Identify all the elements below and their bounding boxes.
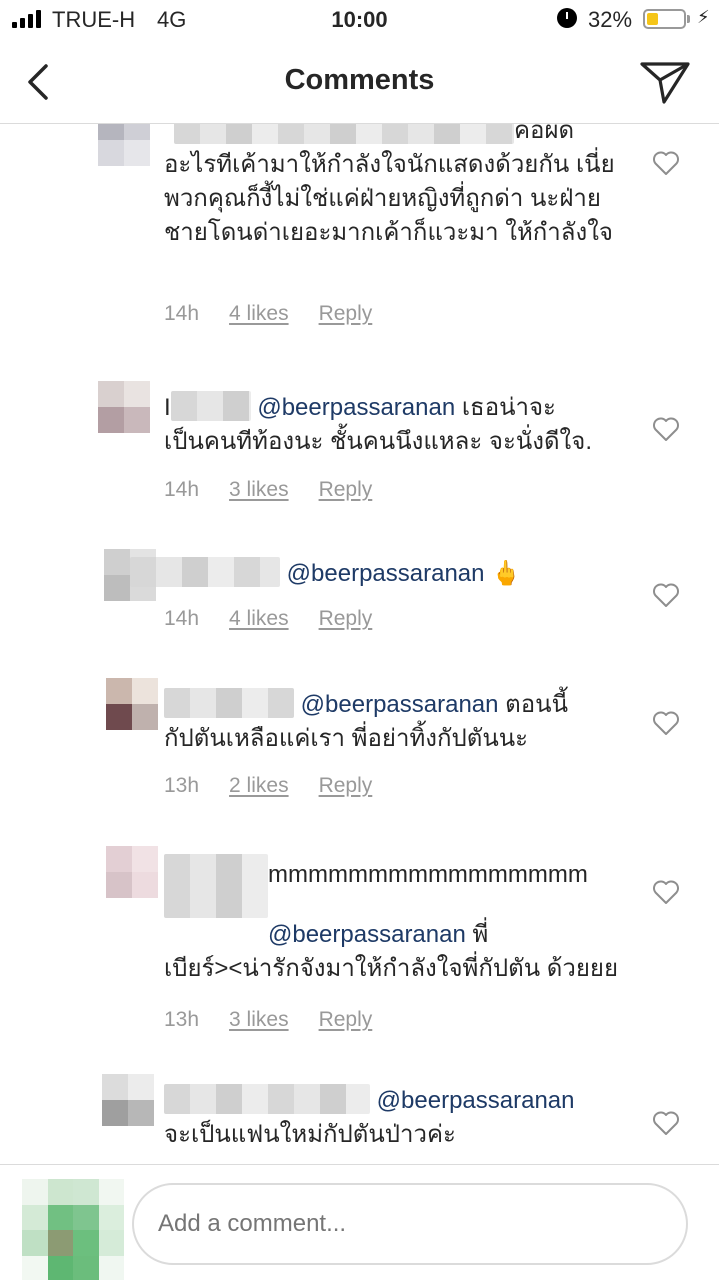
blurred-username[interactable] bbox=[164, 688, 294, 718]
blurred-username[interactable] bbox=[164, 854, 268, 918]
comment-item: I @beerpassaranan เธอน่าจะ เป็นคนทีท้องน… bbox=[0, 381, 719, 521]
comment-time: 13h bbox=[164, 1008, 200, 1031]
reply-button[interactable]: Reply bbox=[319, 774, 373, 798]
likes-count[interactable]: 4 likes bbox=[229, 607, 289, 631]
avatar[interactable] bbox=[106, 678, 158, 730]
emoji: 🖕 bbox=[491, 560, 522, 587]
alarm-icon bbox=[557, 8, 577, 28]
comment-time: 14h bbox=[164, 478, 200, 501]
comment-text: @beerpassaranan 🖕 bbox=[130, 557, 650, 591]
heart-icon[interactable] bbox=[652, 879, 680, 905]
blurred-username[interactable] bbox=[164, 1084, 370, 1114]
comment-text: @beerpassaranan ตอนนี้ กัปตันเหลือแค่เรา… bbox=[164, 688, 644, 756]
mention-link[interactable]: @beerpassaranan bbox=[257, 394, 455, 421]
comment-text: I @beerpassaranan เธอน่าจะ เป็นคนทีท้องน… bbox=[164, 391, 634, 459]
comment-time: 13h bbox=[164, 774, 200, 797]
comment-item: @beerpassaranan 🖕 14h 4 likes Reply bbox=[0, 549, 719, 659]
comment-time: 14h bbox=[164, 607, 200, 630]
reply-button[interactable]: Reply bbox=[319, 478, 373, 502]
reply-button[interactable]: Reply bbox=[319, 302, 373, 326]
heart-icon[interactable] bbox=[652, 582, 680, 608]
charging-bolt-icon: ⚡ bbox=[697, 7, 710, 27]
heart-icon[interactable] bbox=[652, 150, 680, 176]
comment-meta: 13h 2 likes Reply bbox=[164, 774, 372, 798]
mention-link[interactable]: @beerpassaranan bbox=[268, 921, 466, 948]
comment-text: mmmmmmmmmmmmmmmm @beerpassaranan พี่ เบี… bbox=[164, 854, 624, 986]
comment-meta: 14h 4 likes Reply bbox=[164, 302, 372, 326]
comment-text: คือผิด อะไรทีเค้ามาให้กำลังใจนักแสดงด้วย… bbox=[164, 124, 634, 250]
nav-bar: Comments bbox=[0, 40, 719, 124]
comment-meta: 14h 4 likes Reply bbox=[164, 607, 372, 631]
comment-input[interactable] bbox=[132, 1183, 688, 1265]
comment-text: @beerpassaranan จะเป็นแฟนใหม่กัปตันป่าวค… bbox=[164, 1084, 644, 1152]
comment-time: 14h bbox=[164, 302, 200, 325]
heart-icon[interactable] bbox=[652, 416, 680, 442]
page-title: Comments bbox=[284, 64, 435, 96]
blurred-username[interactable] bbox=[174, 124, 514, 144]
share-button[interactable] bbox=[638, 58, 692, 106]
battery-percent: 32% bbox=[588, 7, 633, 32]
avatar[interactable] bbox=[98, 381, 150, 433]
heart-icon[interactable] bbox=[652, 710, 680, 736]
comment-item: @beerpassaranan จะเป็นแฟนใหม่กัปตันป่าวค… bbox=[0, 1074, 719, 1164]
likes-count[interactable]: 4 likes bbox=[229, 302, 289, 326]
comment-meta: 13h 3 likes Reply bbox=[164, 1008, 372, 1032]
comment-meta: 14h 3 likes Reply bbox=[164, 478, 372, 502]
current-user-avatar[interactable] bbox=[22, 1179, 124, 1280]
heart-icon[interactable] bbox=[652, 1110, 680, 1136]
reply-button[interactable]: Reply bbox=[319, 607, 373, 631]
blurred-username[interactable] bbox=[170, 391, 251, 421]
battery-cap bbox=[687, 15, 690, 23]
avatar[interactable] bbox=[102, 1074, 154, 1126]
battery-fill bbox=[647, 13, 659, 25]
comment-item: mmmmmmmmmmmmmmmm @beerpassaranan พี่ เบี… bbox=[0, 846, 719, 1046]
avatar[interactable] bbox=[98, 124, 150, 166]
avatar[interactable] bbox=[106, 846, 158, 898]
add-comment-bar bbox=[0, 1164, 719, 1280]
mention-link[interactable]: @beerpassaranan bbox=[377, 1087, 575, 1114]
mention-link[interactable]: @beerpassaranan bbox=[287, 560, 485, 587]
comment-list[interactable]: คือผิด อะไรทีเค้ามาให้กำลังใจนักแสดงด้วย… bbox=[0, 124, 719, 1164]
blurred-username[interactable] bbox=[130, 557, 280, 587]
status-bar: TRUE-H 4G 10:00 32% ⚡ bbox=[0, 0, 719, 40]
likes-count[interactable]: 3 likes bbox=[229, 1008, 289, 1032]
comment-item: @beerpassaranan ตอนนี้ กัปตันเหลือแค่เรา… bbox=[0, 678, 719, 818]
reply-button[interactable]: Reply bbox=[319, 1008, 373, 1032]
comment-item: คือผิด อะไรทีเค้ามาให้กำลังใจนักแสดงด้วย… bbox=[0, 124, 719, 354]
mention-link[interactable]: @beerpassaranan bbox=[301, 691, 499, 718]
likes-count[interactable]: 2 likes bbox=[229, 774, 289, 798]
likes-count[interactable]: 3 likes bbox=[229, 478, 289, 502]
paper-plane-icon bbox=[640, 62, 690, 104]
battery-icon bbox=[643, 9, 686, 29]
